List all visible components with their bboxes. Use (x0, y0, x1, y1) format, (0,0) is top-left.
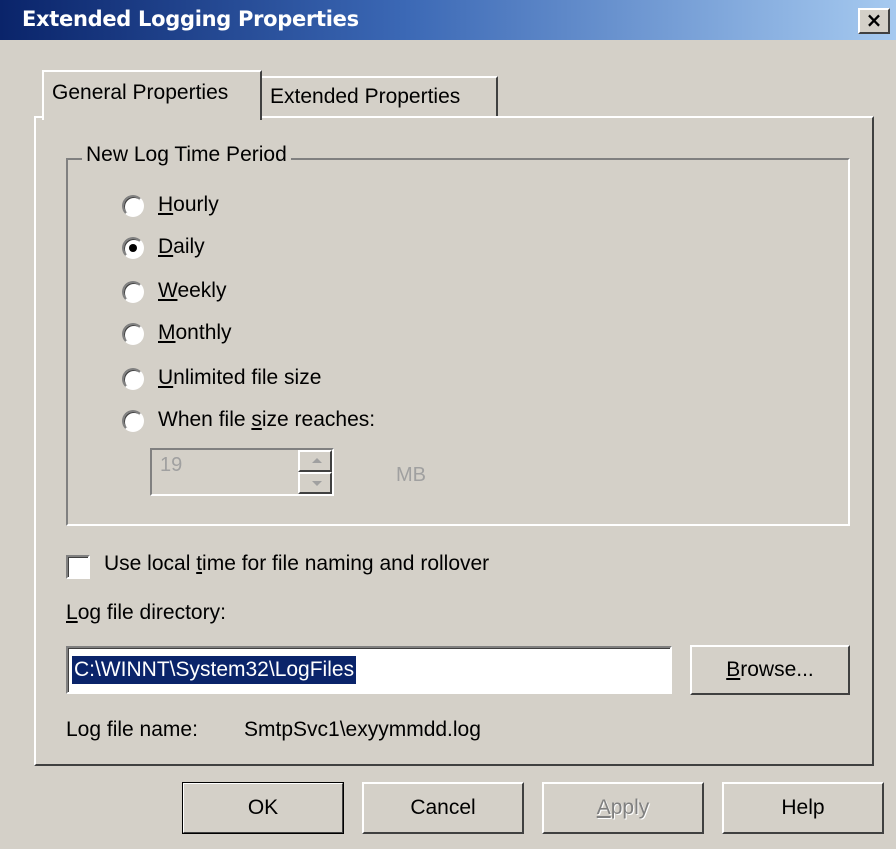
log-period-group-label: New Log Time Period (82, 143, 291, 167)
radio-button[interactable] (122, 410, 144, 432)
local-time-label[interactable]: Use local time for file naming and rollo… (104, 552, 489, 576)
radio-label-file-size: When file size reaches: (158, 408, 376, 431)
ok-button[interactable]: OK (182, 782, 344, 834)
cancel-button[interactable]: Cancel (362, 782, 524, 834)
arrow-down-icon (312, 481, 322, 486)
log-file-name-value: SmtpSvc1\exyymmdd.log (244, 718, 481, 741)
close-button[interactable]: × (858, 8, 890, 34)
spin-up-button[interactable] (298, 450, 332, 472)
local-time-checkbox[interactable] (66, 555, 90, 579)
log-directory-input[interactable]: C:\WINNT\System32\LogFiles (66, 646, 672, 694)
browse-button[interactable]: Browse... (690, 645, 850, 695)
arrow-up-icon (312, 458, 322, 463)
tab-label: Extended Properties (270, 85, 461, 108)
tab-general-properties[interactable]: General Properties (42, 70, 262, 120)
radio-label-hourly: Hourly (158, 193, 219, 216)
apply-button[interactable]: Apply (542, 782, 704, 834)
radio-button[interactable] (122, 195, 144, 217)
radio-selected-dot (129, 244, 137, 252)
radio-button[interactable] (122, 237, 144, 259)
spin-down-button[interactable] (298, 472, 332, 494)
window-title: Extended Logging Properties (22, 7, 359, 31)
radio-button[interactable] (122, 323, 144, 345)
radio-label-monthly: Monthly (158, 321, 232, 344)
tab-label: General Properties (52, 81, 229, 104)
log-directory-value: C:\WINNT\System32\LogFiles (72, 656, 357, 684)
help-button[interactable]: Help (722, 782, 884, 834)
close-icon: × (865, 8, 883, 32)
tab-extended-properties[interactable]: Extended Properties (262, 76, 498, 116)
size-unit-label: MB (396, 464, 426, 486)
radio-label-weekly: Weekly (158, 279, 227, 302)
radio-label-unlimited: Unlimited file size (158, 366, 322, 389)
log-directory-label: Log file directory: (66, 601, 226, 624)
log-file-name-label: Log file name: (66, 718, 198, 741)
radio-label-daily: Daily (158, 235, 205, 258)
radio-button[interactable] (122, 368, 144, 390)
file-size-spinner[interactable] (298, 450, 332, 494)
title-bar[interactable]: Extended Logging Properties × (0, 0, 896, 40)
radio-button[interactable] (122, 281, 144, 303)
